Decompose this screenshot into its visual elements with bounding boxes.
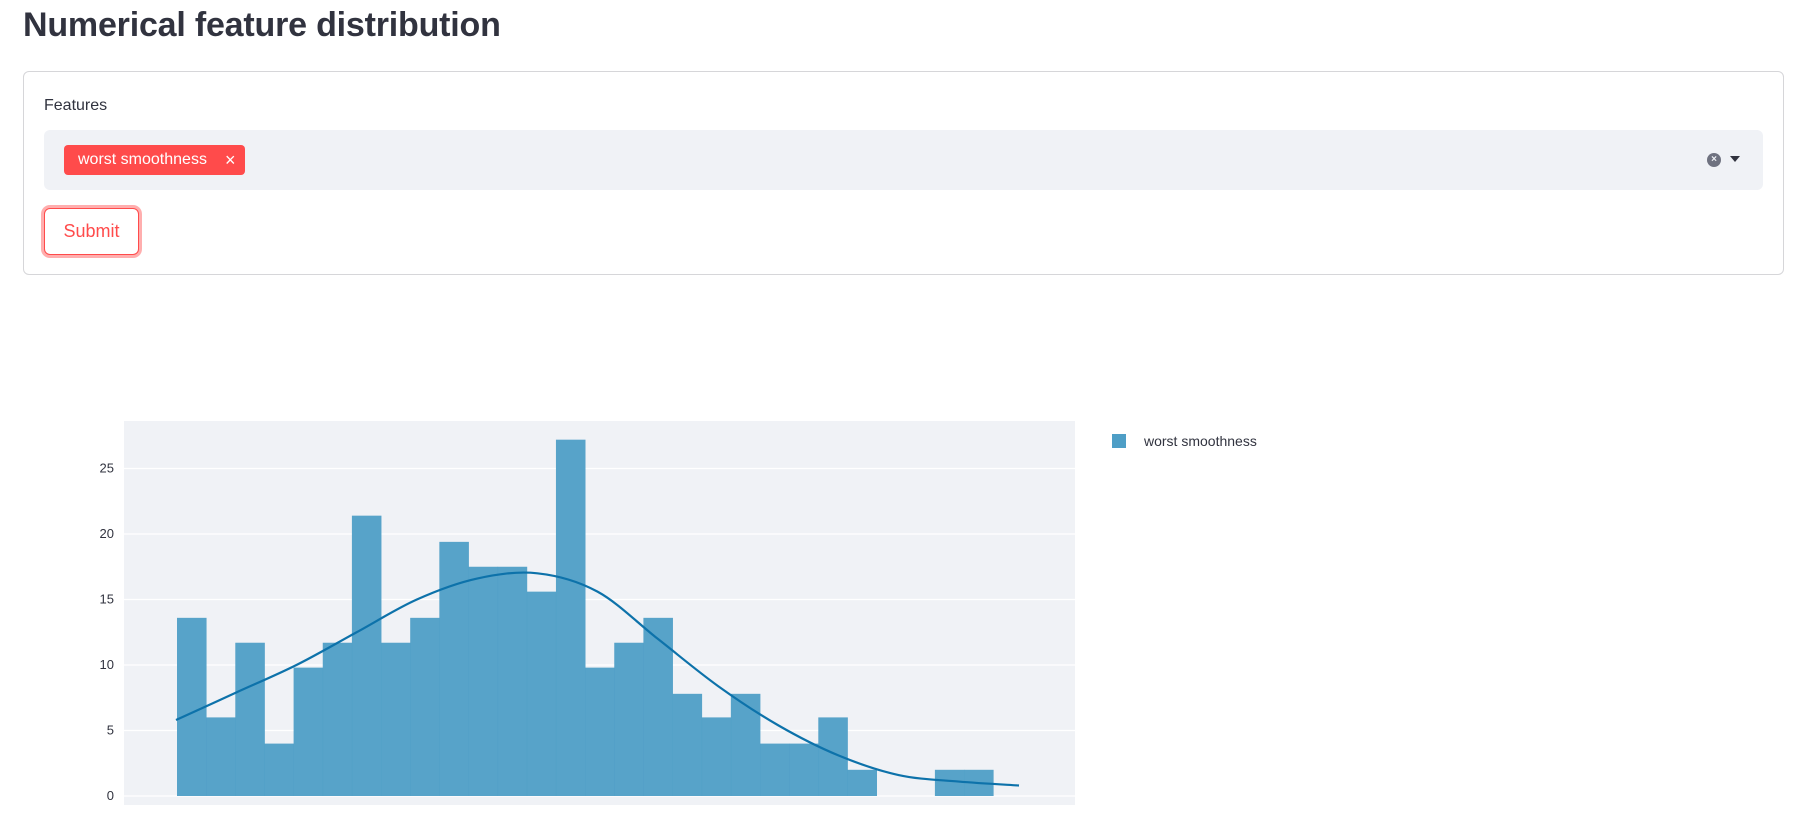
legend-swatch — [1112, 434, 1126, 448]
chevron-down-icon[interactable] — [1730, 156, 1740, 162]
page-title: Numerical feature distribution — [23, 6, 501, 44]
histogram-bar — [701, 717, 732, 796]
legend-label: worst smoothness — [1143, 433, 1257, 449]
histogram-bar — [526, 591, 557, 796]
distribution-chart: 0 5 10 15 20 25 worst smoothness — [100, 421, 1257, 805]
histogram-bar — [585, 667, 615, 796]
y-tick-label: 15 — [100, 592, 114, 607]
histogram-bar — [789, 743, 819, 796]
histogram-bar — [497, 566, 528, 796]
histogram-bar — [468, 566, 499, 796]
legend: worst smoothness — [1112, 433, 1257, 449]
submit-button[interactable]: Submit — [44, 208, 139, 255]
histogram-bar — [672, 693, 703, 796]
histogram-bar — [351, 515, 382, 796]
histogram-bar — [293, 667, 324, 796]
y-tick-label: 20 — [100, 526, 114, 541]
y-tick-label: 0 — [107, 788, 114, 803]
tag-remove-icon[interactable]: × — [225, 151, 236, 169]
histogram-bar — [847, 769, 877, 796]
y-tick-label: 25 — [100, 461, 114, 476]
y-tick-label: 5 — [107, 723, 114, 738]
histogram-bar — [381, 642, 411, 796]
features-form: Features worst smoothness × × Submit — [23, 71, 1784, 275]
histogram-bar — [555, 439, 586, 796]
selected-tag: worst smoothness × — [64, 145, 246, 175]
histogram-bar — [614, 642, 644, 796]
features-multiselect[interactable]: worst smoothness × × — [44, 130, 1763, 190]
histogram-bar — [206, 717, 236, 796]
selected-tag-label: worst smoothness — [78, 151, 207, 168]
y-tick-label: 10 — [100, 657, 114, 672]
clear-all-icon[interactable]: × — [1707, 153, 1721, 167]
histogram-bar — [439, 541, 469, 796]
histogram-bar — [264, 743, 294, 796]
histogram-bar — [760, 743, 790, 796]
histogram-bar — [730, 693, 761, 796]
features-label: Features — [44, 97, 108, 114]
histogram-bar — [235, 642, 265, 796]
histogram-bar — [322, 642, 353, 796]
histogram-bar — [643, 617, 673, 796]
histogram-bar — [410, 617, 440, 796]
histogram-bar — [934, 769, 965, 796]
